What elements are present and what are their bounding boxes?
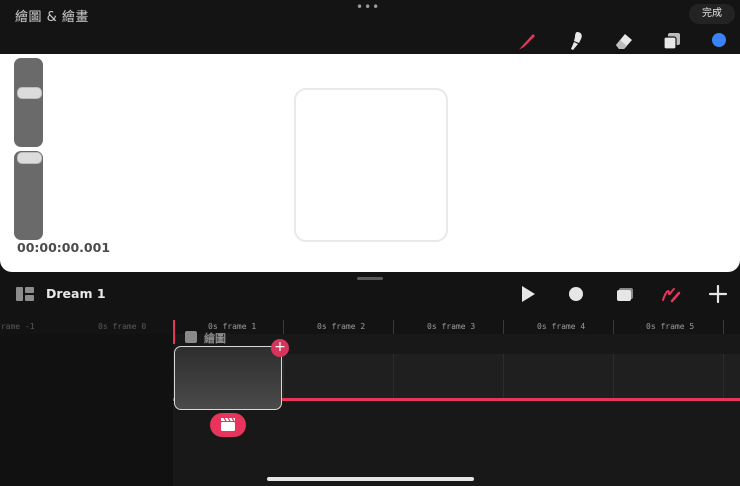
home-indicator [267,477,474,481]
ruler-tick [283,320,284,334]
done-button[interactable]: 完成 [689,4,735,24]
add-frame-button[interactable]: + [271,339,289,357]
ruler-label: 0s frame 4 [537,322,586,331]
track-visibility-checkbox[interactable] [185,331,197,343]
frame-cell-divider [613,354,614,400]
project-name[interactable]: Dream 1 [46,286,106,301]
clapperboard-icon [221,417,235,431]
onion-skin-icon[interactable] [614,283,636,305]
frame-cell-divider [283,354,284,400]
track-list [0,334,173,486]
playhead-marker[interactable] [173,320,175,344]
layers-icon[interactable] [661,30,683,52]
smudge-icon[interactable] [566,30,588,52]
frame-cell-divider [503,354,504,400]
ruler-label: 0s frame 3 [427,322,476,331]
slider-thumb[interactable] [17,87,42,99]
ruler-tick [503,320,504,334]
project-menu-icon[interactable] [16,286,34,302]
ruler-tick [723,320,724,334]
brush-size-slider[interactable] [14,58,43,147]
ruler-label: frame -1 [0,322,35,331]
ruler-tick [613,320,614,334]
ruler-tick [393,320,394,334]
slider-thumb[interactable] [17,152,42,164]
frame-cell-divider [723,354,724,400]
play-icon[interactable] [517,283,539,305]
drag-handle[interactable] [357,277,383,280]
record-icon[interactable] [565,283,587,305]
eraser-icon[interactable] [613,30,635,52]
frame-thumbnail[interactable] [174,346,282,410]
color-swatch[interactable] [712,33,726,47]
app-title: 繪圖 & 繪畫 [15,10,89,25]
frame-preview [294,88,448,242]
opacity-slider[interactable] [14,151,43,240]
ruler-label: 0s frame 5 [646,322,695,331]
more-options-icon[interactable]: ••• [356,0,380,14]
track-label: 繪圖 [204,332,226,345]
timecode: 00:00:00.001 [17,240,111,255]
ruler-label: 0s frame 0 [98,322,147,331]
brush-icon[interactable] [516,30,538,52]
add-icon[interactable] [707,283,729,305]
draw-mode-icon[interactable] [660,283,682,305]
ruler-label: 0s frame 2 [317,322,366,331]
frame-cell-divider [393,354,394,400]
clip-button[interactable] [210,413,246,437]
